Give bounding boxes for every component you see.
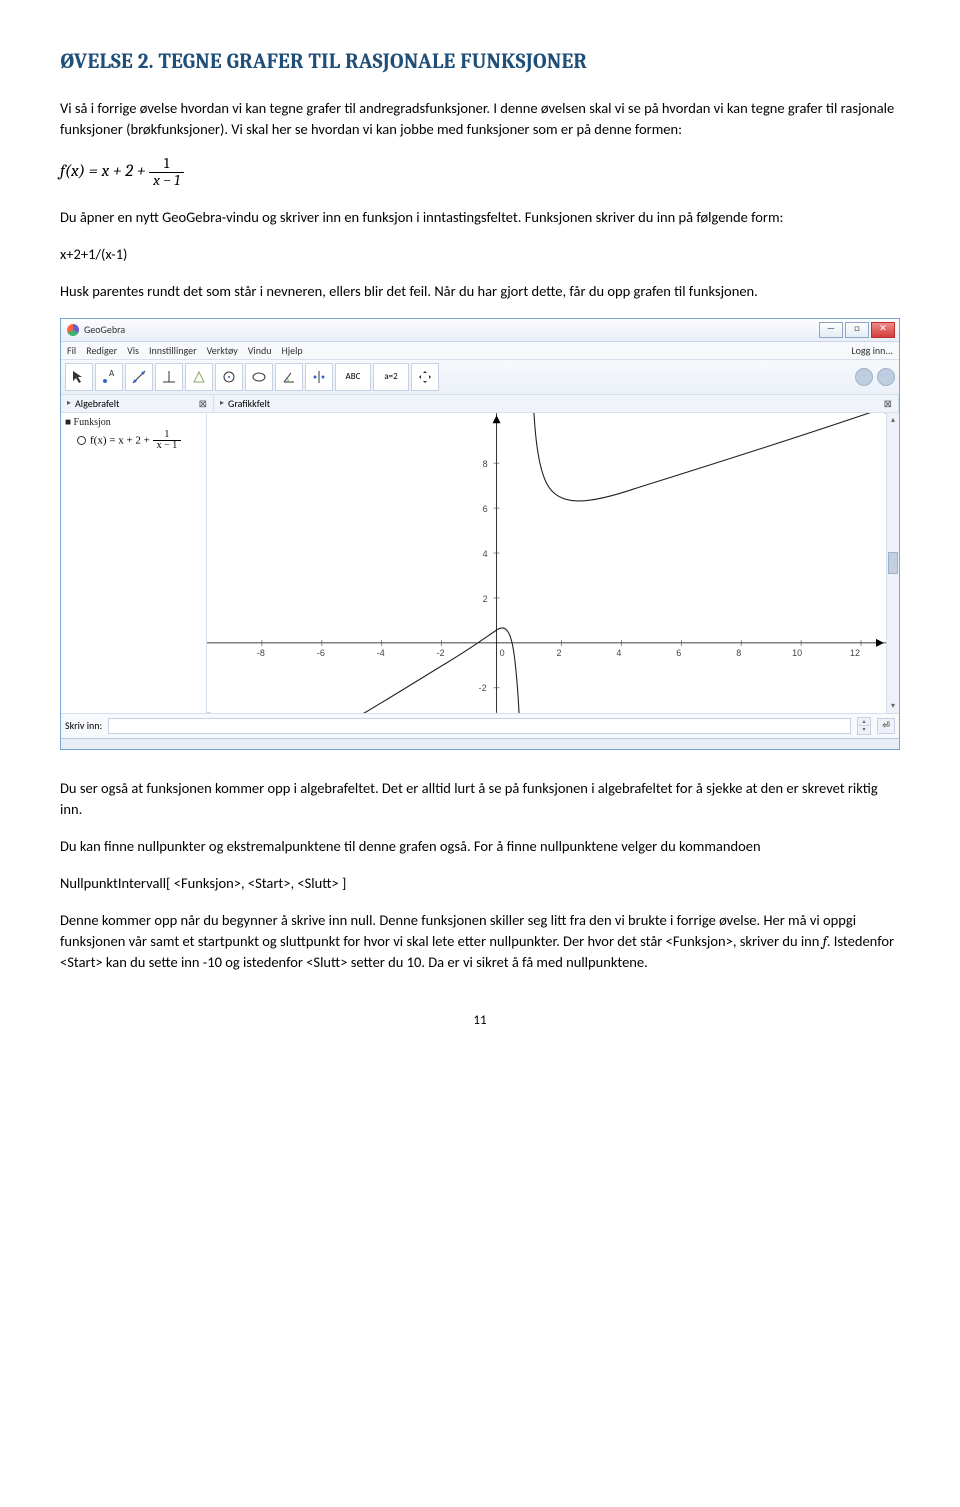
menu-edit[interactable]: Rediger [86, 344, 117, 357]
paragraph-3: Husk parentes rundt det som står i nevne… [60, 281, 900, 302]
tool-ellipse[interactable] [245, 363, 273, 391]
tool-perpendicular[interactable] [155, 363, 183, 391]
scroll-down-icon[interactable]: ▾ [891, 701, 895, 711]
tool-point[interactable]: A [95, 363, 123, 391]
svg-text:-8: -8 [257, 647, 265, 657]
svg-text:-6: -6 [317, 647, 325, 657]
toolbar: A ABC a=2 [61, 360, 899, 395]
tool-move[interactable] [65, 363, 93, 391]
formula-lhs: f(x) = x + 2 + [60, 162, 146, 181]
input-bar: Skriv inn: ▴▾ ⏎ [61, 713, 899, 738]
menubar: Fil Rediger Vis Innstillinger Verktøy Vi… [61, 342, 899, 360]
formula-fraction: 1 x − 1 [149, 156, 184, 189]
input-label: Skriv inn: [65, 719, 102, 732]
input-stepper[interactable]: ▴▾ [857, 717, 871, 735]
svg-text:-4: -4 [377, 647, 385, 657]
close-icon[interactable]: ⊠ [884, 397, 892, 410]
tool-slider[interactable]: a=2 [373, 363, 409, 391]
paragraph-5: Du kan finne nullpunkter og ekstremalpun… [60, 836, 900, 857]
menu-file[interactable]: Fil [67, 344, 76, 357]
visibility-toggle-icon[interactable] [77, 436, 86, 445]
graphics-panel-header[interactable]: ▸ Grafikkfelt ⊠ [214, 395, 899, 412]
tool-move-view[interactable] [411, 363, 439, 391]
tool-circle[interactable] [215, 363, 243, 391]
svg-text:-2: -2 [437, 647, 445, 657]
enter-button[interactable]: ⏎ [877, 718, 895, 734]
svg-text:12: 12 [850, 647, 860, 657]
scroll-up-icon[interactable]: ▴ [891, 415, 895, 425]
scroll-thumb[interactable] [888, 552, 898, 574]
tool-polygon[interactable] [185, 363, 213, 391]
tool-text[interactable]: ABC [335, 363, 371, 391]
algebra-item[interactable]: f(x) = x + 2 + 1 x − 1 [77, 430, 202, 452]
menu-tools[interactable]: Verktøy [207, 344, 238, 357]
menu-settings[interactable]: Innstillinger [149, 344, 197, 357]
geogebra-logo-icon [67, 324, 79, 336]
svg-text:10: 10 [792, 647, 802, 657]
svg-text:A: A [109, 369, 115, 379]
window-title: GeoGebra [84, 323, 125, 336]
svg-text:2: 2 [483, 594, 488, 604]
svg-text:4: 4 [616, 647, 621, 657]
page-number: 11 [60, 1013, 900, 1028]
login-link[interactable]: Logg inn... [851, 344, 893, 357]
geogebra-window: GeoGebra — □ ✕ Fil Rediger Vis Innstilli… [60, 318, 900, 750]
tool-line[interactable] [125, 363, 153, 391]
undo-icon[interactable] [877, 368, 895, 386]
page-heading: ØVELSE 2. TEGNE GRAFER TIL RASJONALE FUN… [60, 50, 900, 74]
algebra-category: ■ Funksjon [65, 417, 202, 428]
statusbar [61, 738, 899, 749]
svg-text:4: 4 [483, 549, 488, 559]
tool-reflect[interactable] [305, 363, 333, 391]
code-line: x+2+1/(x-1) [60, 244, 900, 265]
svg-text:2: 2 [556, 647, 561, 657]
window-titlebar: GeoGebra — □ ✕ [61, 319, 899, 342]
menu-window[interactable]: Vindu [248, 344, 272, 357]
help-icon[interactable] [855, 368, 873, 386]
graphics-panel[interactable]: -8 -6 -4 -2 0 2 4 6 8 10 12 8 6 4 [207, 413, 886, 713]
tool-angle[interactable] [275, 363, 303, 391]
command-line: NullpunktIntervall[ <Funksjon>, <Start>,… [60, 873, 900, 894]
close-button[interactable]: ✕ [871, 322, 895, 338]
svg-text:8: 8 [736, 647, 741, 657]
maximize-button[interactable]: □ [845, 322, 869, 338]
close-icon[interactable]: ⊠ [199, 397, 207, 410]
expand-icon: ▸ [67, 398, 71, 408]
menu-view[interactable]: Vis [127, 344, 139, 357]
expand-icon: ▸ [220, 398, 224, 408]
scrollbar[interactable]: ▴ ▾ [886, 413, 899, 713]
svg-text:0: 0 [500, 647, 505, 657]
svg-text:6: 6 [676, 647, 681, 657]
algebra-panel-header[interactable]: ▸ Algebrafelt ⊠ [61, 395, 214, 412]
paragraph-6: Denne kommer opp når du begynner å skriv… [60, 910, 900, 973]
display-formula: f(x) = x + 2 + 1 x − 1 [60, 156, 900, 189]
svg-text:8: 8 [483, 459, 488, 469]
paragraph-1: Vi så i forrige øvelse hvordan vi kan te… [60, 98, 900, 140]
menu-help[interactable]: Hjelp [281, 344, 302, 357]
minimize-button[interactable]: — [819, 322, 843, 338]
svg-text:-2: -2 [479, 682, 487, 692]
algebra-panel: ■ Funksjon f(x) = x + 2 + 1 x − 1 [61, 413, 207, 713]
command-input[interactable] [108, 718, 851, 734]
paragraph-4: Du ser også at funksjonen kommer opp i a… [60, 778, 900, 820]
svg-text:6: 6 [483, 504, 488, 514]
paragraph-2: Du åpner en nytt GeoGebra-vindu og skriv… [60, 207, 900, 228]
